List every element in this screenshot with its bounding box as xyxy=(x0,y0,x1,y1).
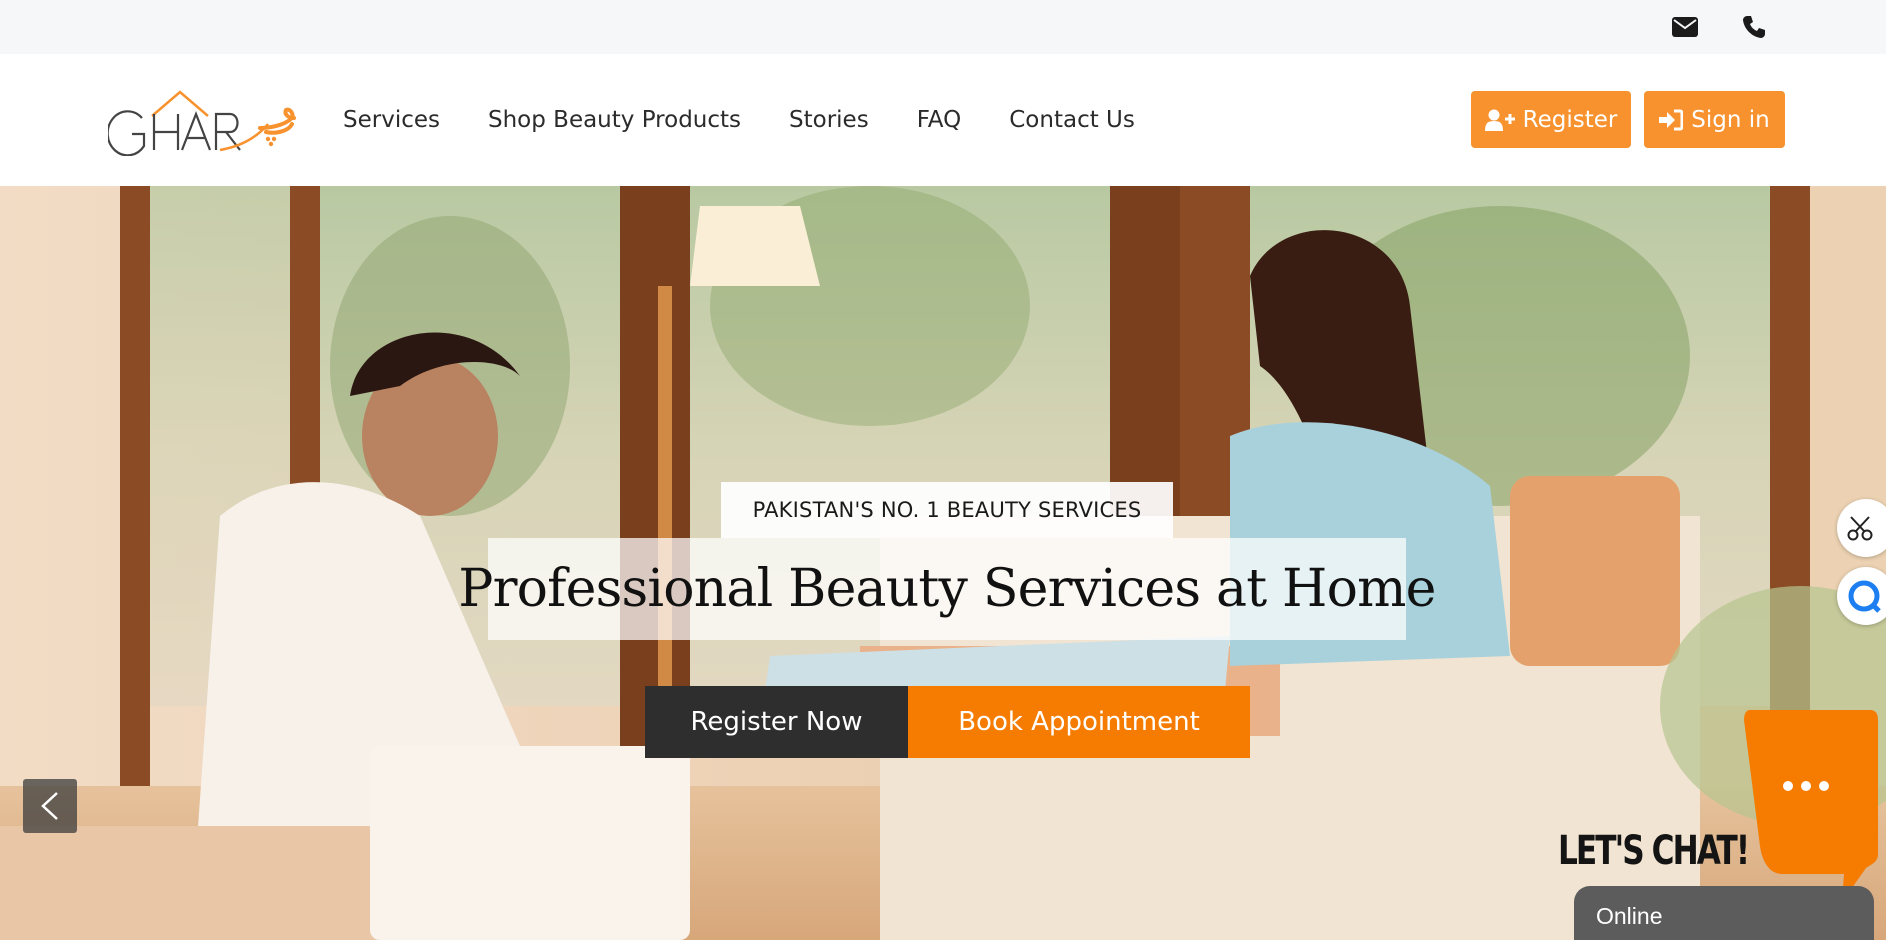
sign-in-label: Sign in xyxy=(1691,106,1770,133)
top-utility-bar xyxy=(0,0,1886,54)
carousel-prev-button[interactable] xyxy=(23,779,77,833)
envelope-icon[interactable] xyxy=(1672,14,1698,40)
chat-bubble[interactable] xyxy=(1742,706,1880,902)
phone-icon[interactable] xyxy=(1741,14,1767,40)
user-plus-icon xyxy=(1484,109,1515,131)
sign-in-icon xyxy=(1659,109,1684,130)
chat-heading: LET'S CHAT! xyxy=(1558,828,1750,874)
side-chat-widget[interactable] xyxy=(1837,567,1886,625)
register-button[interactable]: Register xyxy=(1471,91,1631,148)
chat-status: Online xyxy=(1596,903,1663,929)
register-now-button[interactable]: Register Now xyxy=(645,686,908,758)
nav-faq[interactable]: FAQ xyxy=(917,107,962,133)
register-label: Register xyxy=(1522,106,1618,133)
book-appointment-button[interactable]: Book Appointment xyxy=(908,686,1250,758)
main-nav: Services Shop Beauty Products Stories FA… xyxy=(343,54,1183,186)
hero-headline: Professional Beauty Services at Home xyxy=(458,559,1436,619)
nav-stories[interactable]: Stories xyxy=(789,107,869,133)
nav-shop-beauty-products[interactable]: Shop Beauty Products xyxy=(488,107,741,133)
side-scissors-widget[interactable] xyxy=(1837,499,1886,557)
sign-in-button[interactable]: Sign in xyxy=(1644,91,1785,148)
ellipsis-icon xyxy=(1783,781,1829,791)
scissors-icon xyxy=(1847,516,1873,541)
hero-tagline: PAKISTAN'S NO. 1 BEAUTY SERVICES xyxy=(721,482,1173,538)
chevron-left-icon xyxy=(41,792,58,820)
chat-status-bar[interactable]: Online xyxy=(1574,886,1874,940)
nav-contact-us[interactable]: Contact Us xyxy=(1009,107,1135,133)
ghar-par-logo[interactable] xyxy=(106,84,298,157)
chat-circle-icon xyxy=(1848,580,1881,613)
nav-services[interactable]: Services xyxy=(343,107,440,133)
site-header: Services Shop Beauty Products Stories FA… xyxy=(0,54,1886,186)
hero-headline-box: Professional Beauty Services at Home xyxy=(458,538,1436,640)
